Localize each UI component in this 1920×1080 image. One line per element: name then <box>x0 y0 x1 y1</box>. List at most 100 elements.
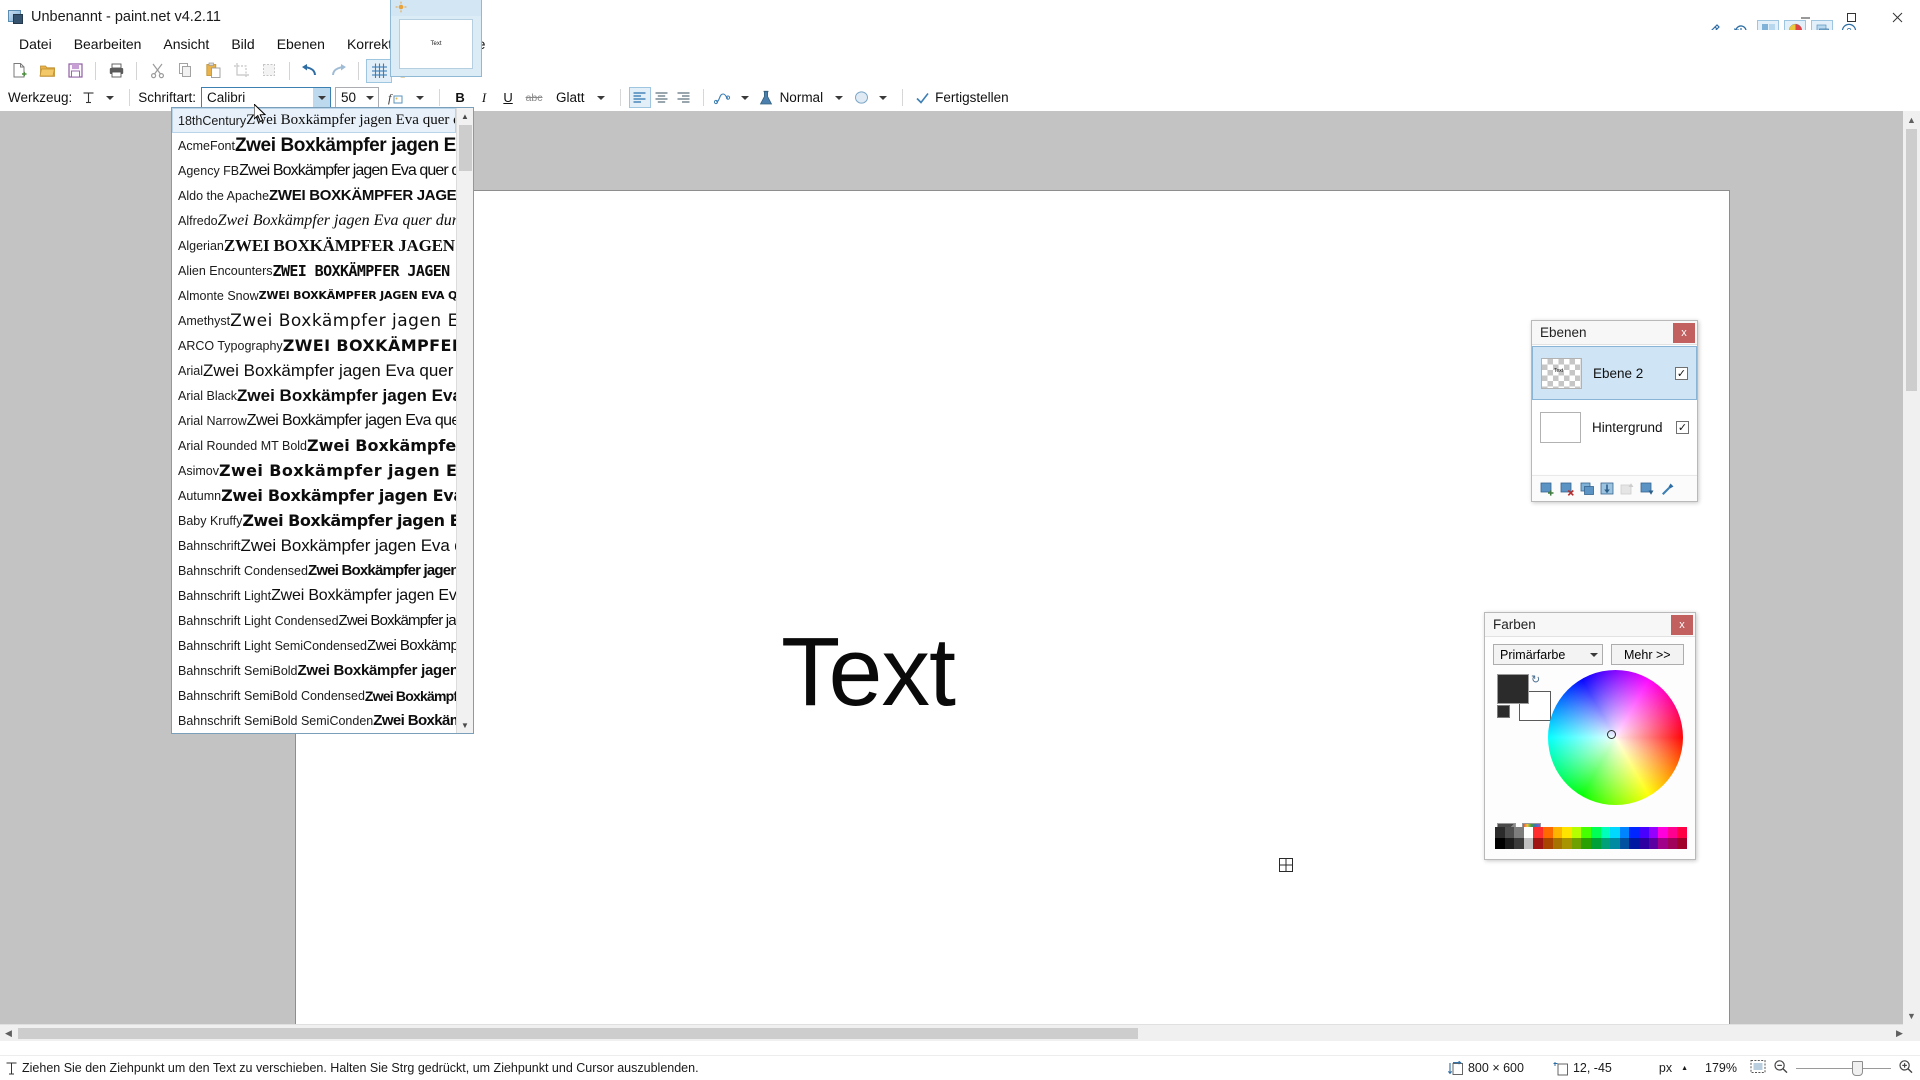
reset-colors-icon[interactable] <box>1497 705 1510 718</box>
scroll-left-button[interactable]: ◀ <box>0 1025 17 1042</box>
vertical-scrollbar[interactable]: ▲ ▼ <box>1903 111 1920 1041</box>
open-icon[interactable] <box>34 59 60 83</box>
swap-colors-icon[interactable]: ↻ <box>1531 673 1540 686</box>
layer-visibility-checkbox[interactable]: ✓ <box>1676 420 1689 434</box>
unit-label[interactable]: px <box>1659 1061 1672 1075</box>
font-list-item[interactable]: AsimovZwei Boxkämpfer jagen Eva quer dur… <box>172 458 456 483</box>
font-list-item[interactable]: ARCO TypographyZwei Boxkämpfer jagen Eva… <box>172 333 456 358</box>
list-item[interactable]: Hintergrund ✓ <box>1532 400 1697 454</box>
chevron-down-icon[interactable] <box>361 88 378 107</box>
image-thumbnail-flyout[interactable]: Text <box>390 0 482 77</box>
new-icon[interactable] <box>6 59 32 83</box>
chevron-down-icon[interactable] <box>313 88 331 107</box>
antialias-shape-icon[interactable] <box>850 87 872 108</box>
merge-layer-down-icon[interactable] <box>1599 481 1615 496</box>
scroll-down-button[interactable]: ▼ <box>1903 1007 1920 1024</box>
font-list-item[interactable]: Bahnschrift Light Zwei Boxkämpfer jagen E… <box>172 583 456 608</box>
font-family-dropdown[interactable]: 18thCenturyZwei Boxkämpfer jagen Eva que… <box>171 107 474 734</box>
close-button[interactable] <box>1874 0 1920 34</box>
save-icon[interactable] <box>62 59 88 83</box>
font-list-item[interactable]: Bahnschrift Light SemiCondensed Zwei Boxk… <box>172 633 456 658</box>
duplicate-layer-icon[interactable] <box>1579 481 1595 496</box>
deselect-icon[interactable] <box>256 59 282 83</box>
canvas-text-object[interactable]: Text <box>781 616 956 728</box>
scroll-up-button[interactable]: ▲ <box>1903 111 1920 128</box>
menu-ebenen[interactable]: Ebenen <box>266 32 336 56</box>
font-list-item[interactable]: Baby KruffyZwei Boxkämpfer jagen Eva que… <box>172 508 456 533</box>
font-list-item[interactable]: Bahnschrift Condensed Zwei Boxkämpfer jag… <box>172 558 456 583</box>
font-list-item[interactable]: AcmeFontZwei Boxkämpfer jagen Eva quer d… <box>172 133 456 158</box>
shape-dropdown-arrow[interactable] <box>872 87 894 108</box>
copy-icon[interactable] <box>172 59 198 83</box>
blend-dropdown-arrow[interactable] <box>734 87 756 108</box>
font-size-combo[interactable]: 50 <box>335 87 380 108</box>
menu-datei[interactable]: Datei <box>8 32 63 56</box>
more-button[interactable]: Mehr >> <box>1611 644 1684 665</box>
delete-layer-icon[interactable] <box>1559 481 1575 496</box>
color-mode-combo[interactable]: Primärfarbe <box>1493 644 1603 665</box>
font-list-item[interactable]: Agency FB Zwei Boxkämpfer jagen Eva quer … <box>172 158 456 183</box>
unit-dropdown-arrow[interactable]: ▲ <box>1681 1065 1688 1072</box>
flask-icon[interactable] <box>756 87 776 108</box>
font-effects-dropdown-arrow[interactable] <box>409 87 431 108</box>
underline-button[interactable]: U <box>496 87 520 108</box>
undo-icon[interactable] <box>297 59 323 83</box>
font-list-item[interactable]: Bahnschrift Light Condensed Zwei Boxkämpf… <box>172 608 456 633</box>
primary-color-swatch[interactable] <box>1497 674 1529 704</box>
antialias-dropdown-arrow[interactable] <box>590 87 612 108</box>
font-effects-icon[interactable]: f <box>385 87 409 108</box>
vertical-scroll-thumb[interactable] <box>1906 129 1917 391</box>
chevron-down-icon[interactable] <box>1590 652 1598 657</box>
crop-to-selection-icon[interactable] <box>228 59 254 83</box>
move-handle-icon[interactable] <box>1279 858 1293 872</box>
font-list-item[interactable]: Bahnschrift SemiBold Condensed Zwei Boxkä… <box>172 683 456 708</box>
list-item[interactable]: Ebene 2 ✓ <box>1532 346 1697 400</box>
menu-bild[interactable]: Bild <box>220 32 265 56</box>
font-list-item[interactable]: Arial BlackZwei Boxkämpfer jagen Eva que… <box>172 383 456 408</box>
font-list-scrollbar[interactable]: ▲ ▼ <box>456 108 473 733</box>
close-icon[interactable]: x <box>1673 322 1695 343</box>
checkmark-icon[interactable] <box>911 87 933 108</box>
font-list-item[interactable]: ArialZwei Boxkämpfer jagen Eva quer durc… <box>172 358 456 383</box>
font-list-item[interactable]: Aldo the ApacheZwei Boxkämpfer jagen Eva… <box>172 183 456 208</box>
font-list-item[interactable]: Alien EncountersZwei Boxkämpfer jagen Ev… <box>172 258 456 283</box>
layer-properties-icon[interactable] <box>1659 481 1675 496</box>
layers-panel[interactable]: Ebenen x Ebene 2 ✓ Hintergrund ✓ <box>1531 320 1698 502</box>
horizontal-scrollbar[interactable]: ◀ ▶ <box>0 1024 1908 1041</box>
font-list-item[interactable]: Almonte SnowZwei Boxkämpfer jagen Eva qu… <box>172 283 456 308</box>
blend-mode-dropdown-arrow[interactable] <box>828 87 850 108</box>
font-list-item[interactable]: Alfredo Zwei Boxkämpfer jagen Eva quer du… <box>172 208 456 233</box>
align-center-icon[interactable] <box>651 87 673 108</box>
align-right-icon[interactable] <box>673 87 695 108</box>
horizontal-scroll-thumb[interactable] <box>18 1028 1138 1039</box>
font-list-item[interactable]: 18thCenturyZwei Boxkämpfer jagen Eva que… <box>172 108 456 133</box>
font-list-item[interactable]: Bahnschrift SemiBold Zwei Boxkämpfer jage… <box>172 658 456 683</box>
fit-to-window-icon[interactable] <box>1750 1059 1766 1077</box>
font-list-item[interactable]: Arial Rounded MT BoldZwei Boxkämpfer jag… <box>172 433 456 458</box>
tool-dropdown-arrow[interactable] <box>99 87 121 108</box>
move-layer-up-icon[interactable] <box>1619 481 1635 496</box>
text-tool-icon[interactable] <box>77 87 99 108</box>
font-list-scroll-thumb[interactable] <box>459 125 472 171</box>
zoom-slider[interactable] <box>1796 1060 1891 1076</box>
cut-icon[interactable] <box>144 59 170 83</box>
grid-icon[interactable] <box>366 58 392 83</box>
paste-icon[interactable] <box>200 59 226 83</box>
menu-bearbeiten[interactable]: Bearbeiten <box>63 32 153 56</box>
image-canvas[interactable]: Text <box>296 191 1729 1030</box>
colors-panel[interactable]: Farben x Primärfarbe Mehr >> ↻ <box>1484 612 1696 860</box>
color-palette-strip[interactable] <box>1495 827 1687 849</box>
zoom-slider-knob[interactable] <box>1852 1060 1863 1076</box>
font-list-item[interactable]: AlgerianZwei Boxkämpfer jagen Eva quer d… <box>172 233 456 258</box>
font-list-item[interactable]: AutumnZwei Boxkämpfer jagen Eva quer dur… <box>172 483 456 508</box>
move-layer-down-icon[interactable] <box>1639 481 1655 496</box>
chevron-up-icon[interactable]: ▲ <box>457 108 473 124</box>
close-icon[interactable]: x <box>1671 614 1693 635</box>
redo-icon[interactable] <box>325 59 351 83</box>
font-list-item[interactable]: Arial Narrow Zwei Boxkämpfer jagen Eva qu… <box>172 408 456 433</box>
zoom-out-icon[interactable] <box>1773 1059 1789 1077</box>
color-wheel-cursor[interactable] <box>1607 730 1616 739</box>
blend-mode-icon[interactable] <box>712 87 734 108</box>
finish-button[interactable]: Fertigstellen <box>935 90 1009 105</box>
font-list-item[interactable]: AmethystZwei Boxkämpfer jagen Eva quer d… <box>172 308 456 333</box>
